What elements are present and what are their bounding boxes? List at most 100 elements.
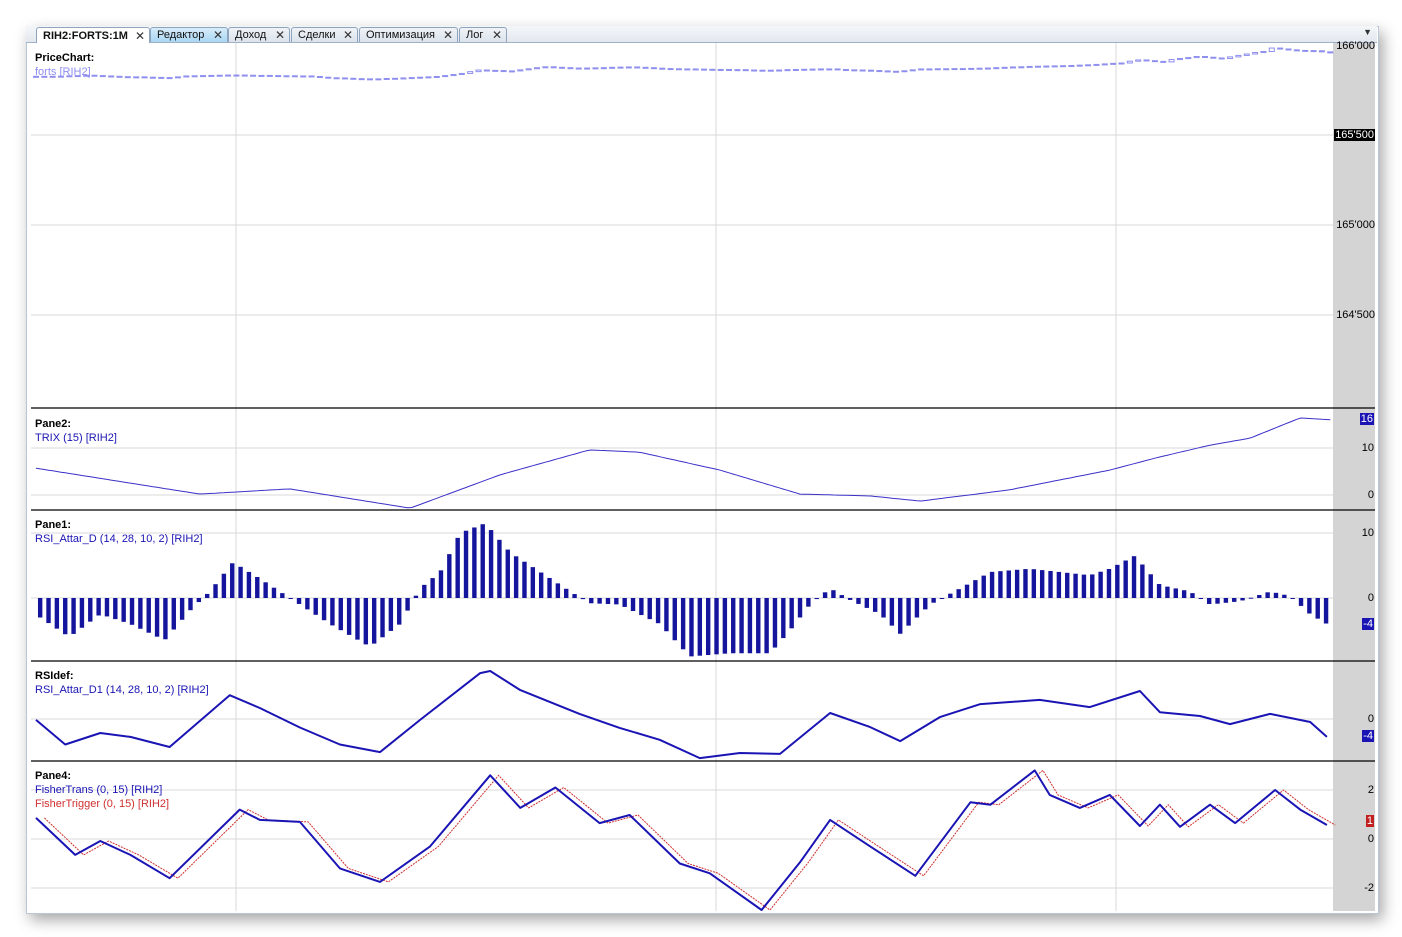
histogram-bar [37,598,43,618]
histogram-bar [96,598,101,616]
histogram-bar [605,598,611,604]
histogram-bar [772,598,778,648]
candle-body [726,68,733,71]
candle-body [275,75,282,78]
candle-body [851,69,858,72]
histogram-bar [1140,564,1145,598]
candle-body [508,70,515,73]
candle-body [809,68,816,71]
histogram-bar [305,598,310,610]
histogram-bar [263,582,268,598]
histogram-bar [171,598,176,630]
pane-title: Pane2: [35,418,72,430]
histogram-bar [1131,556,1137,598]
last-value-marker: -4 [1362,730,1374,742]
candle-body [1285,48,1292,51]
series-label: FisherTrans (0, 15) [RIH2] [35,784,163,796]
chart-canvas[interactable] [0,0,1402,937]
histogram-bar [355,598,360,640]
series-label: RSI_Attar_D (14, 28, 10, 2) [RIH2] [35,533,203,545]
histogram-bar [413,595,419,598]
histogram-bar [296,598,302,604]
candle-body [1060,65,1067,68]
histogram-bar [580,598,586,600]
histogram-bar [948,593,953,598]
histogram-bar [714,598,719,655]
candle-body [734,69,741,72]
histogram-bar [104,598,110,617]
histogram-bar [380,598,385,638]
candle-body [492,69,499,72]
candle-body [1018,66,1025,69]
candle-body [659,67,666,70]
candle-body [1151,60,1158,63]
candle-body [1176,58,1183,61]
axis-tick: 164'500 [1336,309,1375,321]
candle-body [592,67,599,70]
candle-body [742,69,749,72]
candle-body [868,69,874,72]
candle-body [1260,50,1267,54]
candle-body [909,69,916,72]
histogram-bar [321,598,327,621]
histogram-bar [789,598,794,629]
candle-body [559,66,566,69]
histogram-bar [113,598,118,620]
candle-body [1243,53,1250,56]
candle-body [1235,54,1242,58]
trix-line [35,417,1331,509]
candle-body [1135,59,1142,62]
histogram-bar [163,598,168,640]
candle-body [1310,50,1317,53]
histogram-bar [689,598,694,657]
histogram-bar [973,580,978,598]
histogram-bar [756,598,761,654]
histogram-bar [622,598,627,607]
histogram-bar [1065,572,1070,598]
candle-body [959,68,966,71]
candle-body [1302,49,1309,52]
axis-tick: 2 [1367,784,1374,796]
histogram-bar [397,598,402,625]
candle-body [1001,66,1008,69]
candle-body [1193,56,1200,59]
histogram-bar [129,598,135,625]
histogram-bar [138,598,143,629]
candle-body [408,77,415,80]
candle-body [1252,52,1259,55]
candle-body [1110,62,1117,65]
candle-body [1227,56,1234,60]
candle-body [984,67,991,70]
candle-body [99,75,106,78]
histogram-bar [1173,588,1178,598]
candle-body [300,75,307,78]
axis-tick: 0 [1367,833,1374,845]
candle-body [650,67,657,70]
histogram-bar [213,584,218,598]
candle-body [976,67,983,70]
candle-body [884,70,891,73]
candle-body [776,69,783,72]
axis-tick: 10 [1361,442,1374,454]
pane-title: PriceChart: [35,52,95,64]
candle-body [475,69,482,73]
histogram-bar [488,530,494,598]
histogram-bar [806,598,811,607]
candle-body [876,70,883,73]
histogram-bar [1190,593,1195,598]
candle-body [1051,65,1058,68]
histogram-bar [79,598,85,628]
histogram-bar [898,598,903,634]
histogram-bar [1323,598,1329,624]
histogram-bar [630,598,636,611]
candle-body [859,69,866,72]
candle-body [183,75,190,78]
histogram-bar [1265,592,1270,598]
candle-body [433,76,440,78]
histogram-bar [480,524,485,598]
histogram-bar [889,598,895,626]
histogram-bar [731,598,736,654]
histogram-bar [839,595,844,598]
series-label: RSI_Attar_D1 (14, 28, 10, 2) [RIH2] [35,684,209,696]
candle-body [258,74,265,77]
